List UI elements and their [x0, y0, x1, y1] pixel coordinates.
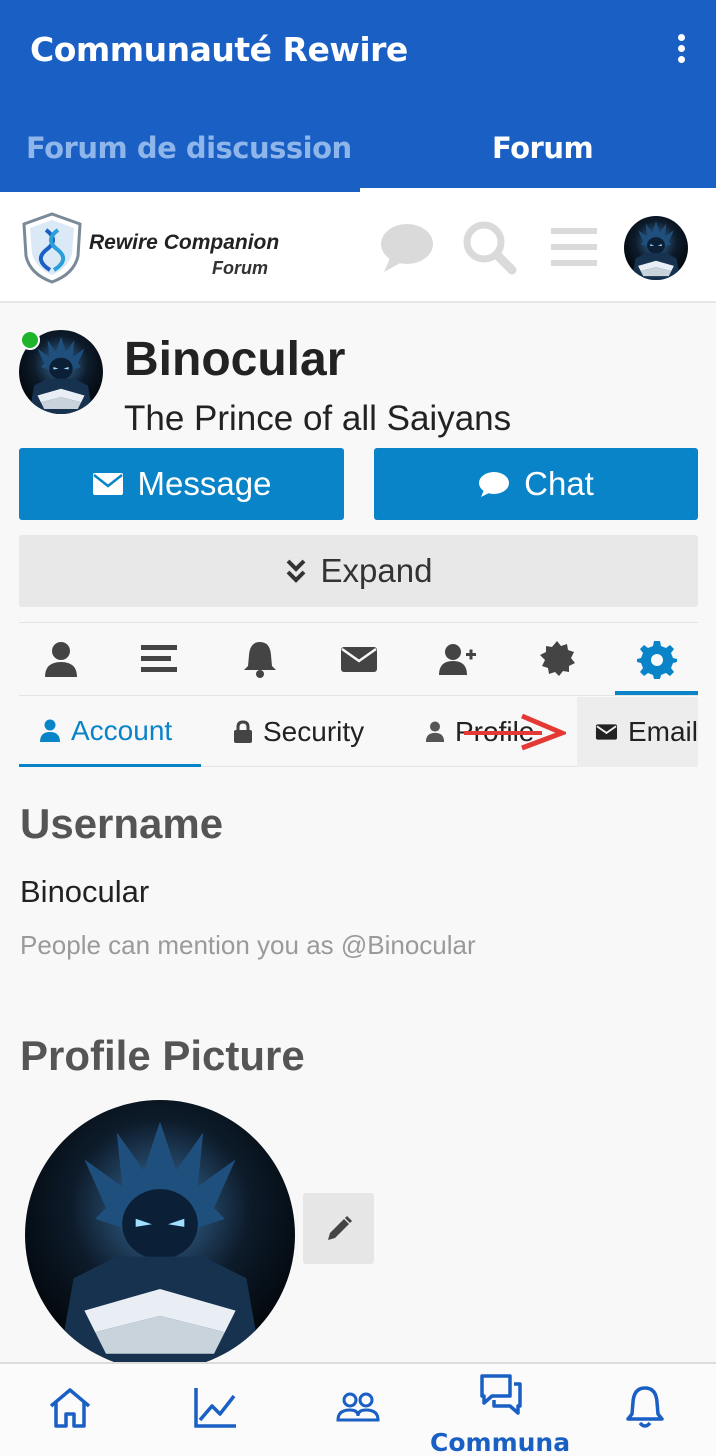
active-icon-tab-indicator	[615, 691, 698, 695]
message-button[interactable]: Message	[19, 448, 344, 520]
top-tab-bar: Forum de discussion Forum	[0, 103, 716, 193]
expand-button[interactable]: Expand	[19, 535, 698, 607]
profile-picture	[25, 1100, 295, 1370]
chat-button-label: Chat	[524, 465, 594, 502]
user-icon	[425, 721, 445, 742]
communa-label[interactable]: Communa	[430, 1428, 570, 1456]
user-icon[interactable]	[41, 639, 81, 679]
tab-email-label: Email	[627, 716, 698, 747]
home-icon[interactable]	[45, 1382, 95, 1432]
tab-forum[interactable]: Forum	[492, 131, 594, 165]
envelope-icon	[92, 473, 123, 495]
app-title: Communauté Rewire	[30, 30, 408, 69]
tab-security-label: Security	[263, 716, 365, 747]
logo-name: Rewire Companion	[89, 231, 280, 254]
username-value: Binocular	[20, 874, 150, 909]
members-icon[interactable]	[333, 1382, 383, 1432]
online-status-indicator	[20, 330, 40, 350]
chart-icon[interactable]	[190, 1382, 240, 1432]
annotation-arrow-icon	[464, 713, 566, 751]
envelope-icon[interactable]	[339, 639, 379, 679]
tab-email[interactable]: Email	[577, 697, 698, 767]
double-chevron-down-icon	[286, 559, 305, 583]
pencil-icon	[327, 1215, 352, 1240]
envelope-icon	[595, 724, 618, 740]
bottom-navigation: Communa	[0, 1362, 716, 1456]
profile-picture-heading: Profile Picture	[20, 1032, 305, 1079]
user-icon	[40, 719, 60, 742]
communa-icon[interactable]	[476, 1370, 526, 1420]
tab-account[interactable]: Account	[19, 697, 201, 767]
logo-subtitle: Forum	[212, 258, 268, 278]
expand-button-label: Expand	[320, 552, 433, 589]
more-options-icon[interactable]	[676, 34, 686, 68]
username-heading: Username	[20, 800, 224, 847]
tab-account-label: Account	[71, 714, 173, 746]
site-header: Rewire Companion Forum	[0, 192, 716, 303]
profile-title: The Prince of all Saiyans	[124, 399, 512, 438]
tab-security[interactable]: Security	[233, 697, 364, 767]
app-bar: Communauté Rewire	[0, 0, 716, 103]
search-icon[interactable]	[460, 218, 518, 276]
gear-icon[interactable]	[637, 639, 677, 679]
message-button-label: Message	[137, 465, 272, 502]
profile-icon-tabs	[19, 622, 698, 696]
profile-name: Binocular	[124, 333, 346, 386]
rewire-logo-icon[interactable]	[20, 212, 84, 284]
chat-bubble-icon	[479, 472, 510, 497]
bell-icon[interactable]	[240, 639, 280, 679]
chat-button[interactable]: Chat	[374, 448, 698, 520]
menu-icon[interactable]	[545, 218, 603, 276]
edit-picture-button[interactable]	[303, 1193, 374, 1264]
badge-icon[interactable]	[537, 639, 577, 679]
list-icon[interactable]	[139, 639, 179, 679]
add-user-icon[interactable]	[438, 639, 478, 679]
user-avatar[interactable]	[624, 216, 688, 280]
tab-forum-de-discussion[interactable]: Forum de discussion	[26, 131, 352, 165]
bell-icon[interactable]	[620, 1382, 670, 1432]
chat-bubble-icon[interactable]	[378, 218, 436, 276]
mention-note: People can mention you as @Binocular	[20, 930, 476, 960]
lock-icon	[234, 720, 252, 743]
account-sub-tabs: Account Security Profile Email	[19, 697, 698, 767]
